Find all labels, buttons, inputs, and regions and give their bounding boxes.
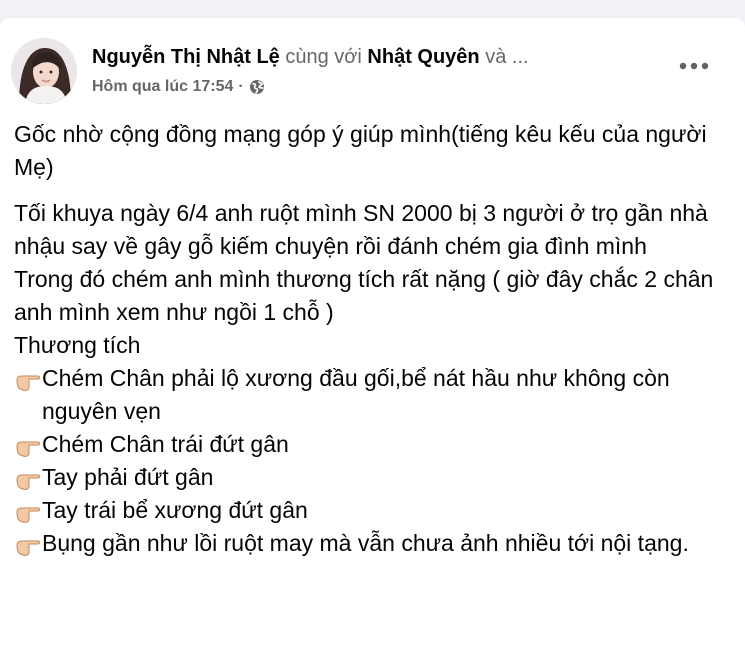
injury-text: Tay trái bể xương đứt gân [42,497,308,523]
injury-item: Tay trái bể xương đứt gân [14,494,729,527]
and-more-link[interactable]: và ... [485,46,528,68]
with-text: cùng với [285,46,362,68]
injury-text: Chém Chân trái đứt gân [42,431,289,457]
injury-item: Bụng gần như lồi ruột may mà vẫn chưa ản… [14,527,729,560]
more-options-button[interactable] [674,54,714,78]
tagged-name[interactable]: Nhật Quyên [367,46,479,68]
avatar-photo [11,38,77,104]
post-paragraph-severity: Trong đó chém anh mình thương tích rất n… [14,266,714,325]
post-paragraph-incident: Tối khuya ngày 6/4 anh ruột mình SN 2000… [14,200,708,259]
post-header: Nguyễn Thị Nhật Lệ cùng với Nhật Quyên v… [92,44,652,70]
avatar[interactable] [11,38,77,104]
more-options-icon [679,62,709,70]
pointing-hand-icon [16,507,40,523]
injury-item: Chém Chân trái đứt gân [14,428,729,461]
post-body: Gốc nhờ cộng đồng mạng góp ý giúp mình(t… [14,118,729,560]
injuries-heading: Thương tích [14,332,141,358]
author-name[interactable]: Nguyễn Thị Nhật Lệ [92,46,280,68]
post-card: Nguyễn Thị Nhật Lệ cùng với Nhật Quyên v… [0,18,745,658]
injury-text: Bụng gần như lồi ruột may mà vẫn chưa ản… [42,530,689,556]
injury-text: Tay phải đứt gân [42,464,214,490]
pointing-hand-icon [16,540,40,556]
injury-item: Tay phải đứt gân [14,461,729,494]
injury-text: Chém Chân phải lộ xương đầu gối,bể nát h… [42,365,670,424]
meta-separator: · [238,78,244,95]
post-meta: Hôm qua lúc 17:54 · [92,76,265,98]
timestamp[interactable]: Hôm qua lúc 17:54 [92,76,233,98]
pointing-hand-icon [16,375,40,391]
globe-icon[interactable] [249,79,265,95]
post-paragraph-intro: Gốc nhờ cộng đồng mạng góp ý giúp mình(t… [14,121,707,180]
pointing-hand-icon [16,441,40,457]
pointing-hand-icon [16,474,40,490]
injury-item: Chém Chân phải lộ xương đầu gối,bể nát h… [14,362,729,428]
